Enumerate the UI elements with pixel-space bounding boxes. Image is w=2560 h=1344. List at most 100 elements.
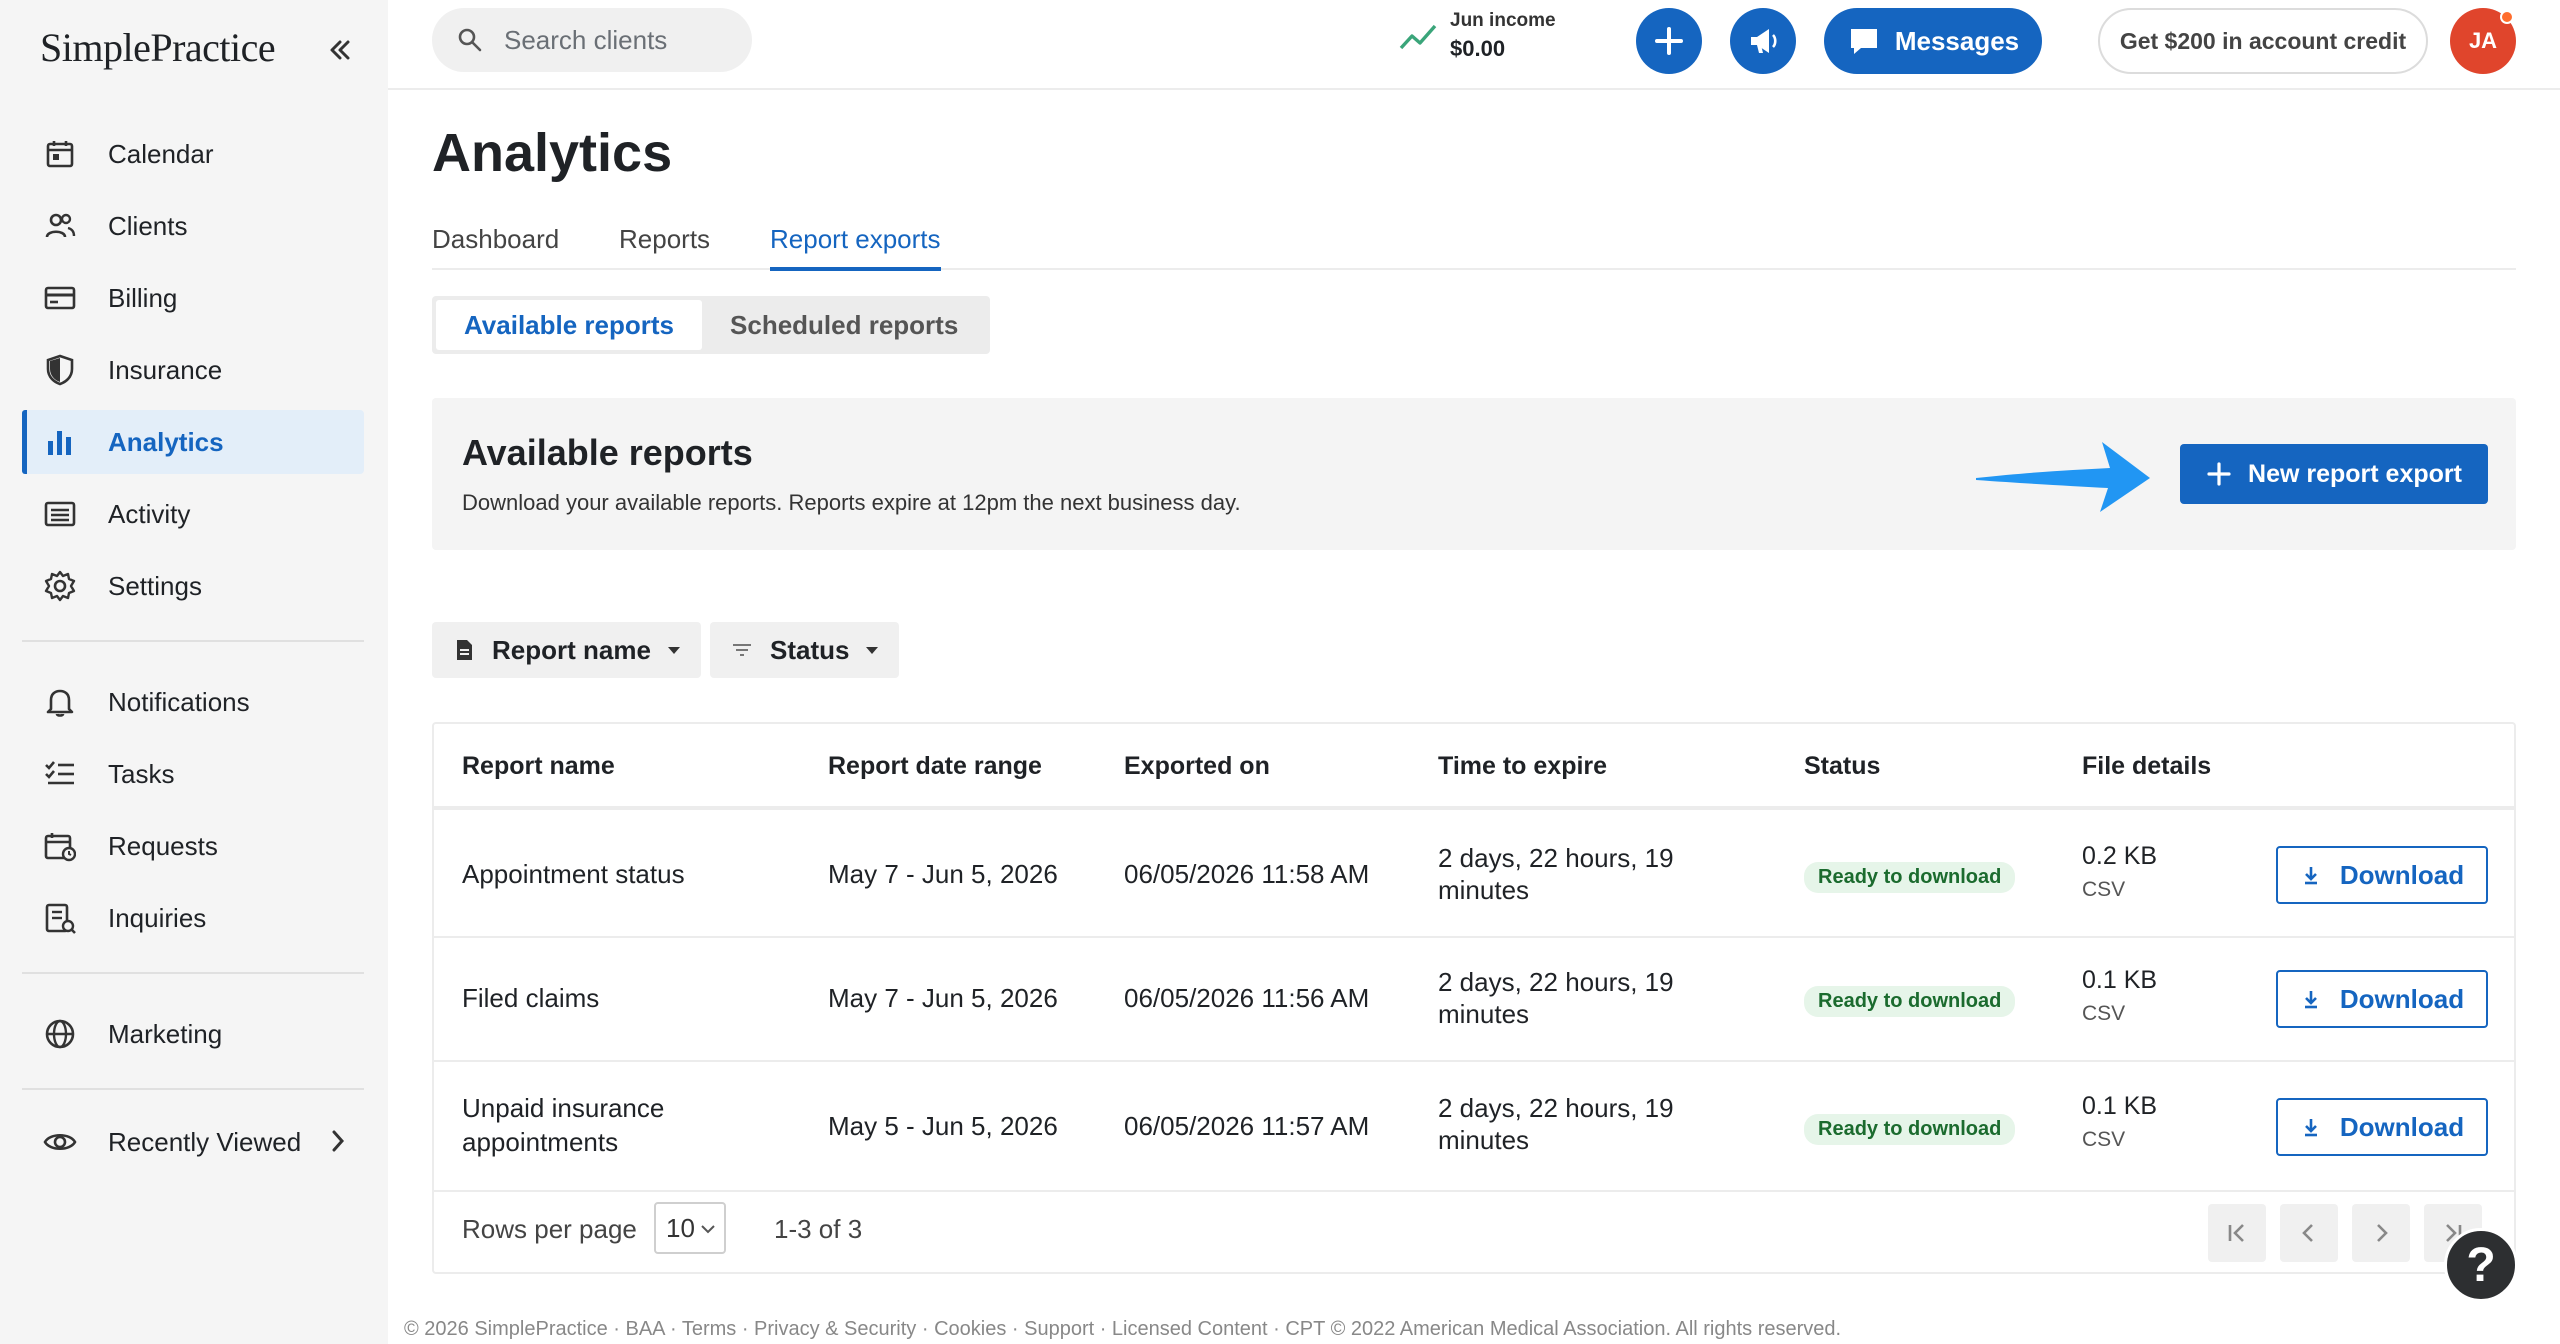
date-range-cell: May 5 - Jun 5, 2026 bbox=[828, 1111, 1058, 1141]
notification-dot bbox=[2500, 10, 2514, 24]
sidebar-item-label: Clients bbox=[108, 210, 188, 241]
caret-down-icon bbox=[866, 647, 879, 654]
column-header-date-range[interactable]: Report date range bbox=[828, 752, 1042, 781]
document-icon bbox=[457, 640, 472, 660]
sidebar-item-label: Tasks bbox=[108, 758, 175, 789]
create-button[interactable] bbox=[1636, 8, 1702, 74]
caret-down-icon bbox=[667, 647, 680, 654]
double-chevron-left-icon bbox=[330, 40, 350, 60]
previous-page-button[interactable] bbox=[2280, 1204, 2338, 1262]
download-icon bbox=[2304, 1119, 2317, 1137]
megaphone-icon bbox=[1751, 29, 1777, 53]
report-exports-table: Report name Report date range Exported o… bbox=[432, 722, 2516, 1274]
search-box[interactable] bbox=[432, 8, 752, 72]
chevron-down-icon bbox=[701, 1225, 715, 1234]
sidebar-item-tasks[interactable]: Tasks bbox=[22, 742, 364, 806]
bell-icon bbox=[42, 684, 78, 720]
sidebar-item-recently-viewed[interactable]: Recently Viewed bbox=[22, 1110, 364, 1174]
sidebar-item-label: Analytics bbox=[108, 426, 224, 457]
report-name-filter[interactable]: Report name bbox=[432, 622, 701, 678]
panel-description: Download your available reports. Reports… bbox=[462, 490, 1241, 515]
chevron-right-icon bbox=[2377, 1224, 2388, 1242]
download-button[interactable]: Download bbox=[2276, 970, 2488, 1028]
available-reports-toggle[interactable]: Available reports bbox=[436, 300, 703, 350]
sidebar-item-label: Activity bbox=[108, 498, 191, 529]
footer: © 2026 SimplePractice · BAA · Terms · Pr… bbox=[404, 1318, 1842, 1340]
sidebar-item-analytics[interactable]: Analytics bbox=[22, 410, 364, 474]
plus-icon bbox=[1655, 27, 1683, 55]
download-label: Download bbox=[2339, 983, 2465, 1014]
gear-icon bbox=[42, 568, 78, 604]
rows-per-page-select[interactable]: 10 bbox=[654, 1202, 726, 1254]
sidebar-item-requests[interactable]: Requests bbox=[22, 814, 364, 878]
income-summary[interactable]: Jun income $0.00 bbox=[1398, 10, 1556, 62]
sidebar-item-calendar[interactable]: Calendar bbox=[22, 122, 364, 186]
scheduled-reports-toggle[interactable]: Scheduled reports bbox=[702, 300, 986, 350]
download-label: Download bbox=[2339, 1111, 2465, 1142]
income-value: $0.00 bbox=[1450, 36, 1506, 61]
sidebar-item-insurance[interactable]: Insurance bbox=[22, 338, 364, 402]
column-header-report-name[interactable]: Report name bbox=[462, 752, 615, 781]
chat-bubble-icon bbox=[1850, 29, 1877, 54]
status-filter-label: Status bbox=[770, 634, 850, 665]
table-row: Unpaid insurance appointments May 5 - Ju… bbox=[434, 1062, 2514, 1192]
file-size: 0.2 KB bbox=[2082, 842, 2158, 870]
messages-button[interactable]: Messages bbox=[1824, 8, 2042, 74]
file-type: CSV bbox=[2082, 878, 2126, 901]
table-header: Report name Report date range Exported o… bbox=[434, 724, 2514, 810]
analytics-tabs: Dashboard Reports Report exports bbox=[432, 216, 2516, 271]
search-icon bbox=[458, 28, 482, 52]
tab-report-exports[interactable]: Report exports bbox=[770, 224, 941, 271]
exported-on-cell: 06/05/2026 11:58 AM bbox=[1124, 859, 1370, 889]
top-bar: Jun income $0.00 Messages Get $200 in ac… bbox=[388, 0, 2560, 90]
page-title: Analytics bbox=[432, 123, 673, 183]
column-header-status[interactable]: Status bbox=[1804, 752, 1880, 781]
new-report-export-button[interactable]: New report export bbox=[2180, 444, 2488, 504]
sidebar-item-clients[interactable]: Clients bbox=[22, 194, 364, 258]
status-filter[interactable]: Status bbox=[710, 622, 900, 678]
sidebar-item-inquiries[interactable]: Inquiries bbox=[22, 886, 364, 950]
download-button[interactable]: Download bbox=[2276, 846, 2488, 904]
column-header-file-details[interactable]: File details bbox=[2082, 752, 2211, 781]
tab-reports[interactable]: Reports bbox=[619, 224, 710, 267]
avatar[interactable]: JA bbox=[2450, 8, 2516, 74]
time-to-expire-cell: minutes bbox=[1438, 1125, 1530, 1155]
sidebar-item-label: Inquiries bbox=[108, 902, 207, 933]
date-range-cell: May 7 - Jun 5, 2026 bbox=[828, 859, 1058, 889]
sidebar-item-settings[interactable]: Settings bbox=[22, 554, 364, 618]
sidebar-item-notifications[interactable]: Notifications bbox=[22, 670, 364, 734]
time-to-expire-cell: 2 days, 22 hours, 19 bbox=[1438, 1093, 1674, 1123]
download-icon bbox=[2304, 867, 2317, 885]
sidebar-item-label: Recently Viewed bbox=[108, 1126, 302, 1157]
billing-icon bbox=[42, 280, 78, 316]
column-header-time-to-expire[interactable]: Time to expire bbox=[1438, 752, 1607, 781]
announcements-button[interactable] bbox=[1730, 8, 1796, 74]
sidebar-divider bbox=[22, 1088, 364, 1090]
next-page-button[interactable] bbox=[2352, 1204, 2410, 1262]
help-button[interactable]: ? bbox=[2444, 1228, 2518, 1302]
exported-on-cell: 06/05/2026 11:56 AM bbox=[1124, 983, 1370, 1013]
first-page-button[interactable] bbox=[2208, 1204, 2266, 1262]
download-button[interactable]: Download bbox=[2276, 1098, 2488, 1156]
status-badge: Ready to download bbox=[1804, 1114, 2016, 1145]
sidebar-item-label: Marketing bbox=[108, 1018, 223, 1049]
calendar-icon bbox=[42, 136, 78, 172]
file-type: CSV bbox=[2082, 1002, 2126, 1025]
trend-up-icon bbox=[1399, 24, 1437, 50]
file-size: 0.1 KB bbox=[2082, 966, 2158, 994]
sidebar-divider bbox=[22, 640, 364, 642]
sidebar-item-billing[interactable]: Billing bbox=[22, 266, 364, 330]
sidebar-item-activity[interactable]: Activity bbox=[22, 482, 364, 546]
download-icon bbox=[2304, 991, 2317, 1009]
column-header-exported-on[interactable]: Exported on bbox=[1124, 752, 1270, 781]
tab-dashboard[interactable]: Dashboard bbox=[432, 224, 559, 267]
account-credit-button[interactable]: Get $200 in account credit bbox=[2098, 8, 2428, 74]
panel-title: Available reports bbox=[462, 432, 753, 473]
sidebar-item-marketing[interactable]: Marketing bbox=[22, 1002, 364, 1066]
clients-icon bbox=[42, 208, 78, 244]
sidebar-item-label: Insurance bbox=[108, 354, 223, 385]
income-label: Jun income bbox=[1450, 10, 1556, 31]
report-name-cell: Unpaid insurance bbox=[462, 1093, 665, 1123]
app-logo[interactable]: SimplePractice bbox=[40, 24, 276, 80]
collapse-sidebar-button[interactable] bbox=[322, 30, 358, 70]
